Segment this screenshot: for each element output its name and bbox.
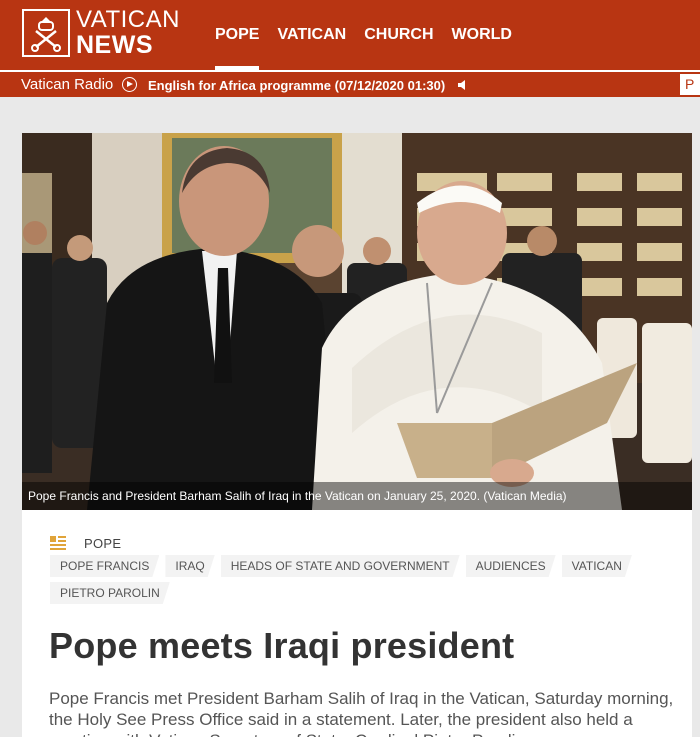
photo-caption: Pope Francis and President Barham Salih … <box>22 482 692 510</box>
tag-list: POPE FRANCIS IRAQ HEADS OF STATE AND GOVER… <box>50 555 680 609</box>
radio-programme-text[interactable]: English for Africa programme (07/12/2020… <box>148 78 445 93</box>
main-nav: POPE VATICAN CHURCH WORLD <box>215 0 530 70</box>
article-card: POPE POPE FRANCIS IRAQ HEADS OF STATE AND … <box>22 510 692 737</box>
tag-pope-francis[interactable]: POPE FRANCIS <box>50 555 159 577</box>
radio-bar: Vatican Radio English for Africa program… <box>0 70 700 97</box>
article-lead: Pope Francis met President Barham Salih … <box>49 689 674 737</box>
nav-church[interactable]: CHURCH <box>364 0 433 70</box>
logo-line1: VATICAN <box>76 6 180 33</box>
tag-heads-of-state[interactable]: HEADS OF STATE AND GOVERNMENT <box>221 555 460 577</box>
nav-pope[interactable]: POPE <box>215 0 260 70</box>
speaker-icon[interactable] <box>457 79 469 91</box>
tag-vatican[interactable]: VATICAN <box>562 555 632 577</box>
logo-line2: NEWS <box>76 31 153 59</box>
nav-world[interactable]: WORLD <box>452 0 512 70</box>
tag-pietro-parolin[interactable]: PIETRO PAROLIN <box>50 582 170 604</box>
tag-audiences[interactable]: AUDIENCES <box>466 555 556 577</box>
vatican-news-logo-text[interactable]: VATICAN NEWS <box>76 8 180 58</box>
tag-iraq[interactable]: IRAQ <box>165 555 214 577</box>
nav-vatican[interactable]: VATICAN <box>277 0 346 70</box>
news-section-icon <box>50 536 66 550</box>
top-header: VATICAN NEWS POPE VATICAN CHURCH WORLD <box>0 0 700 70</box>
article-photo: Pope Francis and President Barham Salih … <box>22 133 692 510</box>
section-label[interactable]: POPE <box>84 536 121 551</box>
vatican-news-logo-emblem[interactable] <box>22 9 70 57</box>
vatican-radio-label[interactable]: Vatican Radio <box>21 76 113 93</box>
radio-side-button[interactable]: P <box>680 74 700 95</box>
photo-illustration <box>22 133 692 510</box>
article-title: Pope meets Iraqi president <box>49 625 515 666</box>
radio-play-icon[interactable] <box>122 77 137 92</box>
keys-emblem-icon <box>31 17 61 52</box>
